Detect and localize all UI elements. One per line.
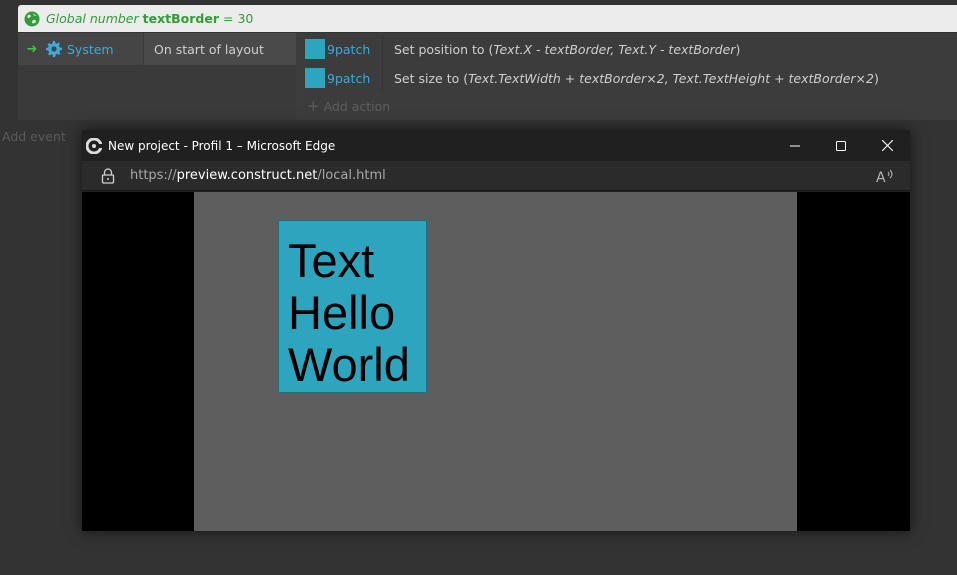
actions-column: 9patch Set position to (Text.X - textBor…: [303, 33, 957, 120]
action-object-name[interactable]: 9patch: [327, 42, 370, 57]
trigger-arrow-icon: ➜: [26, 41, 38, 57]
close-button[interactable]: [864, 130, 910, 161]
conditions-column: ➜ System On start of layout: [18, 33, 296, 120]
game-layout: Text Hello World: [194, 192, 797, 531]
condition-text[interactable]: On start of layout: [143, 33, 296, 65]
9patch-object: Text Hello World: [278, 220, 427, 393]
browser-titlebar[interactable]: New project - Profil 1 – Microsoft Edge: [82, 130, 910, 161]
url-text[interactable]: https://preview.construct.net/local.html: [130, 168, 386, 183]
9patch-object-icon: [305, 68, 325, 88]
action-text-suffix: ): [735, 41, 741, 57]
add-action-label: Add action: [323, 98, 391, 114]
gear-icon: [46, 41, 62, 57]
global-variable-row[interactable]: Global number textBorder = 30: [18, 5, 957, 32]
preview-viewport[interactable]: Text Hello World: [82, 192, 910, 531]
svg-text:A: A: [876, 170, 886, 184]
read-aloud-icon[interactable]: A: [876, 168, 894, 184]
action-text[interactable]: Set size to (Text.TextWidth + textBorder…: [383, 71, 879, 86]
url-path: /local.html: [317, 168, 386, 183]
action-text-suffix: ): [873, 70, 879, 86]
global-variable-name: textBorder: [142, 11, 220, 26]
add-action-button[interactable]: + Add action: [307, 97, 390, 115]
action-params: Text.X - textBorder, Text.Y - textBorder: [493, 41, 736, 57]
global-variable-keyword: Global number: [46, 11, 139, 26]
close-icon: [881, 140, 893, 151]
plus-icon: +: [307, 97, 320, 115]
global-variable-value: = 30: [223, 11, 254, 26]
window-title: New project - Profil 1 – Microsoft Edge: [108, 138, 336, 153]
action-text-prefix: Set position to (: [394, 41, 494, 57]
action-row[interactable]: 9patch Set size to (Text.TextWidth + tex…: [303, 64, 957, 92]
minimize-button[interactable]: [772, 130, 818, 161]
lock-icon[interactable]: [101, 167, 115, 184]
action-object-name[interactable]: 9patch: [327, 71, 370, 86]
maximize-button[interactable]: [818, 130, 864, 161]
9patch-object-icon: [305, 39, 325, 59]
url-scheme: https://: [130, 168, 177, 183]
add-event-button[interactable]: Add event: [2, 129, 66, 144]
action-object-cell[interactable]: 9patch: [303, 64, 383, 92]
condition-object-system[interactable]: System: [67, 42, 143, 57]
address-bar[interactable]: https://preview.construct.net/local.html…: [82, 161, 910, 191]
action-text-prefix: Set size to (: [394, 70, 469, 86]
condition-row[interactable]: ➜ System On start of layout: [18, 33, 296, 65]
action-object-cell[interactable]: 9patch: [303, 35, 383, 63]
browser-window[interactable]: New project - Profil 1 – Microsoft Edge …: [82, 130, 910, 531]
construct-app-icon: [86, 137, 102, 154]
event-block[interactable]: ➜ System On start of layout 9patch Set p…: [18, 33, 957, 120]
action-row[interactable]: 9patch Set position to (Text.X - textBor…: [303, 35, 957, 63]
text-object: Text Hello World: [288, 234, 410, 391]
action-text[interactable]: Set position to (Text.X - textBorder, Te…: [383, 42, 740, 57]
action-params: Text.TextWidth + textBorder×2, Text.Text…: [468, 70, 874, 86]
minimize-icon: [790, 145, 800, 146]
globe-icon: [24, 11, 40, 26]
maximize-icon: [836, 140, 846, 151]
window-controls: [772, 130, 910, 161]
url-host: preview.construct.net: [176, 168, 318, 183]
